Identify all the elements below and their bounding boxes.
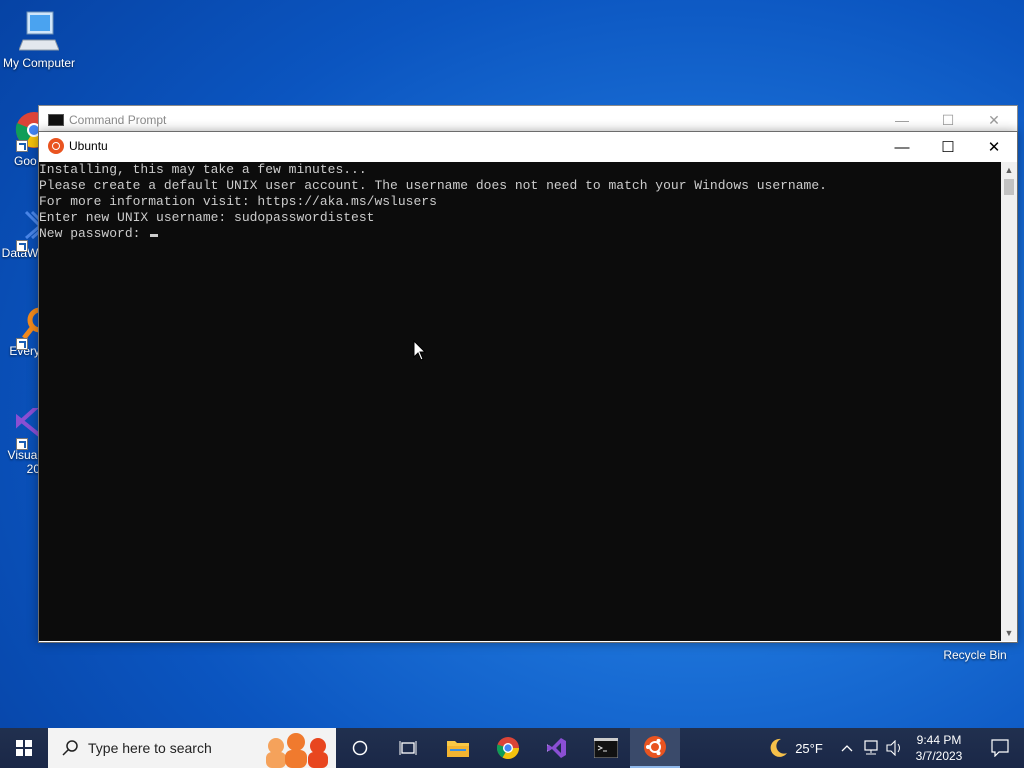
taskbar-command-prompt[interactable] xyxy=(582,728,630,768)
minimize-button[interactable]: — xyxy=(879,132,925,162)
taskbar-chrome[interactable] xyxy=(484,728,532,768)
everything-search-icon xyxy=(22,307,40,340)
search-placeholder: Type here to search xyxy=(88,740,212,756)
clock-time: 9:44 PM xyxy=(916,733,962,747)
desktop-icon-visual-studio[interactable]: Visual 20 xyxy=(0,408,40,476)
terminal-line: Enter new UNIX username: sudopasswordist… xyxy=(39,210,375,225)
ubuntu-terminal-window[interactable]: Ubuntu — ☐ ✕ Installing, this may take a… xyxy=(38,131,1018,643)
password-prompt: New password: xyxy=(39,226,149,241)
folder-icon xyxy=(447,741,469,757)
show-hidden-icons-button[interactable] xyxy=(838,728,856,768)
desktop-icon-everything[interactable]: Every xyxy=(0,306,40,358)
task-view-button[interactable] xyxy=(384,728,432,768)
desktop-icon-datawrangler[interactable]: DataW xyxy=(0,208,40,260)
desktop-icon-my-computer[interactable]: My Computer xyxy=(0,10,78,70)
start-button[interactable] xyxy=(0,728,48,768)
network-button[interactable] xyxy=(860,728,882,768)
weather-temperature: 25°F xyxy=(795,740,823,756)
search-highlight-illustration-icon xyxy=(266,733,328,768)
window-title: Ubuntu xyxy=(69,139,108,153)
desktop-icon-label: Visual 20 xyxy=(7,448,40,476)
mouse-pointer-icon xyxy=(413,340,427,361)
terminal-line: For more information visit: https://aka.… xyxy=(39,194,437,209)
speaker-icon xyxy=(886,740,900,756)
notifications-button[interactable] xyxy=(976,728,1024,768)
ubuntu-icon xyxy=(48,138,64,154)
shortcut-arrow-icon xyxy=(16,438,28,450)
window-title: Command Prompt xyxy=(69,113,167,127)
desktop-icon-google-chrome[interactable]: Goo Chr xyxy=(0,108,40,168)
desktop-icon-label: Recycle Bin xyxy=(943,648,1007,662)
shortcut-arrow-icon xyxy=(16,140,28,152)
title-bar[interactable]: Ubuntu — ☐ ✕ xyxy=(39,132,1017,162)
command-prompt-icon xyxy=(594,738,618,758)
taskbar-file-explorer[interactable] xyxy=(434,728,482,768)
datawrangler-icon xyxy=(24,210,40,240)
chevron-up-icon xyxy=(841,745,853,752)
clock-date: 3/7/2023 xyxy=(915,749,963,763)
computer-icon xyxy=(19,11,59,51)
terminal-prompt-line: New password: xyxy=(39,226,1001,242)
chrome-icon xyxy=(496,737,519,759)
text-cursor xyxy=(150,234,159,237)
taskbar-visual-studio[interactable] xyxy=(532,728,580,768)
clock[interactable]: 9:44 PM 3/7/2023 xyxy=(908,728,970,768)
cortana-button[interactable] xyxy=(336,728,384,768)
shortcut-arrow-icon xyxy=(16,338,28,350)
close-button[interactable]: ✕ xyxy=(971,106,1017,134)
search-icon xyxy=(62,740,78,756)
command-prompt-icon xyxy=(48,114,64,126)
task-view-icon xyxy=(399,741,417,755)
minimize-button[interactable]: — xyxy=(879,106,925,134)
ubuntu-icon xyxy=(644,736,666,758)
cortana-circle-icon xyxy=(352,740,368,756)
maximize-button[interactable]: ☐ xyxy=(925,106,971,134)
terminal-line: Installing, this may take a few minutes.… xyxy=(39,162,367,177)
close-button[interactable]: ✕ xyxy=(971,132,1017,162)
volume-button[interactable] xyxy=(884,728,906,768)
shortcut-arrow-icon xyxy=(16,240,28,252)
desktop-icon-label: My Computer xyxy=(2,56,76,70)
terminal-line: Please create a default UNIX user accoun… xyxy=(39,178,827,193)
windows-logo-icon xyxy=(16,740,32,756)
visual-studio-icon xyxy=(547,738,566,758)
maximize-button[interactable]: ☐ xyxy=(925,132,971,162)
taskbar: Type here to search 25°F 9:44 PM 3/7/202… xyxy=(0,728,1024,768)
desktop-icon-label: Goo Chr xyxy=(14,154,40,168)
terminal-output[interactable]: Installing, this may take a few minutes.… xyxy=(39,162,1001,641)
vertical-scrollbar[interactable]: ▲ ▼ xyxy=(1001,162,1017,641)
scroll-down-icon[interactable]: ▼ xyxy=(1001,625,1017,641)
scroll-up-icon[interactable]: ▲ xyxy=(1001,162,1017,178)
notification-icon xyxy=(991,739,1009,757)
search-box[interactable]: Type here to search xyxy=(48,728,336,768)
scrollbar-thumb[interactable] xyxy=(1004,179,1014,195)
weather-widget[interactable]: 25°F xyxy=(760,728,830,768)
network-icon xyxy=(864,740,878,755)
moon-icon xyxy=(770,738,788,757)
taskbar-ubuntu[interactable] xyxy=(630,728,680,768)
